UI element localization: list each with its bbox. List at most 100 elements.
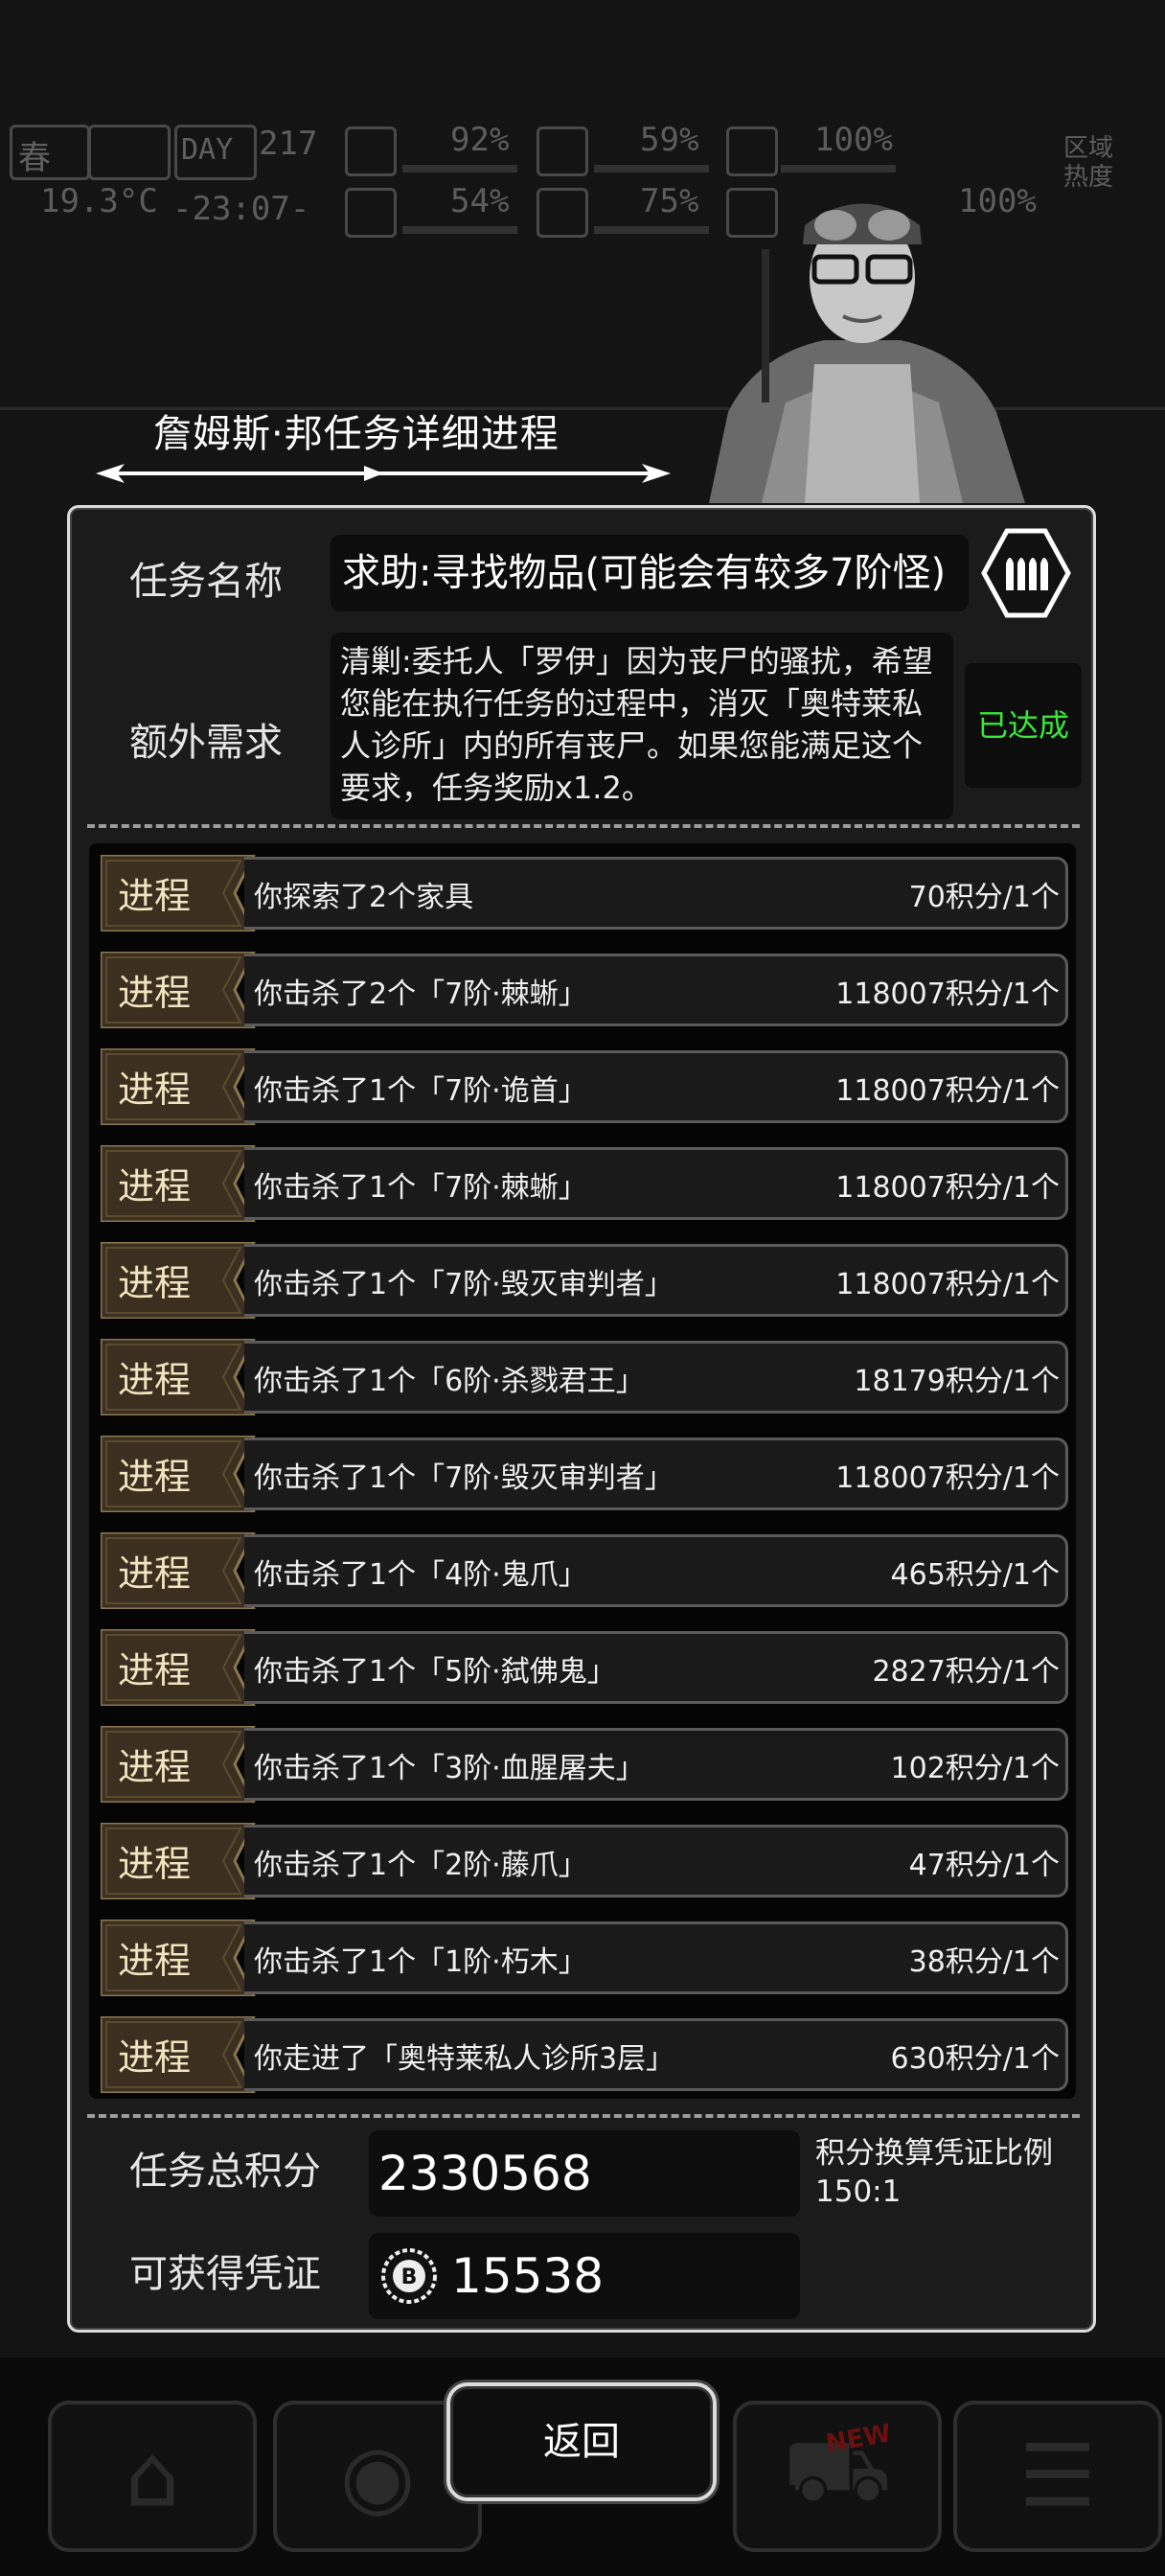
stat-bar	[402, 165, 517, 172]
progress-row: 进程 你击杀了1个「7阶·诡首」 118007积分/1个	[101, 1045, 1068, 1125]
stat-bar	[594, 165, 709, 172]
character-portrait	[709, 203, 1025, 503]
ratio-label: 积分换算凭证比例	[815, 2136, 1053, 2171]
progress-description: 你走进了「奥特莱私人诊所3层」	[254, 2042, 675, 2076]
progress-tag: 进程	[101, 1242, 263, 1319]
extra-requirement-label: 额外需求	[129, 721, 283, 765]
progress-row: 进程 你击杀了1个「7阶·毁灭审判者」 118007积分/1个	[101, 1238, 1068, 1319]
extra-requirement-text: 清剿:委托人「罗伊」因为丧尸的骚扰，希望您能在执行任务的过程中，消灭「奥特莱私人…	[331, 632, 953, 819]
ratio-info: 积分换算凭证比例 150:1	[815, 2134, 1053, 2211]
progress-row: 进程 你击杀了1个「4阶·鬼爪」 465积分/1个	[101, 1529, 1068, 1609]
progress-body: 你击杀了2个「7阶·棘蜥」 118007积分/1个	[244, 954, 1068, 1026]
stat-mind: 54%	[450, 182, 510, 220]
progress-score: 118007积分/1个	[835, 978, 1060, 1011]
progress-score: 38积分/1个	[908, 1945, 1060, 1979]
progress-row: 进程 你击杀了1个「2阶·藤爪」 47积分/1个	[101, 1819, 1068, 1899]
day-box: DAY	[174, 125, 257, 180]
voucher-label: 可获得凭证	[129, 2252, 321, 2296]
progress-body: 你探索了2个家具 70积分/1个	[244, 857, 1068, 930]
ammo-icon	[981, 528, 1071, 618]
clock-text: -23:07-	[172, 190, 310, 228]
stat-immunity: 100%	[814, 121, 893, 159]
progress-tag-label: 进程	[118, 1456, 192, 1498]
region-heat-label: 区域热度	[1063, 134, 1114, 192]
progress-score: 47积分/1个	[908, 1849, 1060, 1882]
progress-list[interactable]: 进程 你探索了2个家具 70积分/1个 进程 你击杀了2个「7阶·棘蜥」 118007积分…	[89, 843, 1076, 2099]
progress-tag: 进程	[101, 2016, 263, 2093]
progress-tag-label: 进程	[118, 1359, 192, 1401]
progress-score: 70积分/1个	[908, 881, 1060, 914]
progress-tag: 进程	[101, 1048, 263, 1125]
progress-tag: 进程	[101, 1726, 263, 1803]
progress-body: 你击杀了1个「6阶·杀戮君王」 18179积分/1个	[244, 1341, 1068, 1414]
backpack-button[interactable]: ⌂	[48, 2401, 257, 2552]
progress-description: 你击杀了1个「6阶·杀戮君王」	[254, 1365, 645, 1398]
progress-score: 118007积分/1个	[835, 1171, 1060, 1205]
divider	[87, 2114, 1080, 2118]
progress-body: 你击杀了1个「7阶·毁灭审判者」 118007积分/1个	[244, 1244, 1068, 1317]
progress-body: 你击杀了1个「2阶·藤爪」 47积分/1个	[244, 1825, 1068, 1898]
stat-bar	[781, 165, 896, 172]
progress-tag-label: 进程	[118, 1940, 192, 1982]
progress-tag-label: 进程	[118, 1552, 192, 1595]
progress-tag-label: 进程	[118, 875, 192, 917]
progress-body: 你击杀了1个「1阶·朽木」 38积分/1个	[244, 1921, 1068, 1994]
progress-description: 你击杀了1个「5阶·弑佛鬼」	[254, 1655, 616, 1689]
progress-row: 进程 你击杀了2个「7阶·棘蜥」 118007积分/1个	[101, 948, 1068, 1028]
progress-score: 630积分/1个	[890, 2042, 1060, 2076]
progress-body: 你击杀了1个「4阶·鬼爪」 465积分/1个	[244, 1534, 1068, 1607]
progress-description: 你击杀了1个「3阶·血腥屠夫」	[254, 1752, 645, 1785]
medkit-icon	[345, 126, 397, 176]
progress-row: 进程 你击杀了1个「5阶·弑佛鬼」 2827积分/1个	[101, 1625, 1068, 1706]
menu-icon: ☰	[1018, 2426, 1097, 2527]
progress-row: 进程 你击杀了1个「7阶·棘蜥」 118007积分/1个	[101, 1141, 1068, 1222]
dialog-header: 詹姆斯·邦任务详细进程	[96, 402, 671, 489]
stomach-icon	[537, 126, 588, 176]
progress-score: 465积分/1个	[890, 1558, 1060, 1592]
progress-tag-label: 进程	[118, 972, 192, 1014]
progress-body: 你击杀了1个「7阶·棘蜥」 118007积分/1个	[244, 1147, 1068, 1220]
pill-icon	[726, 126, 778, 176]
mission-name-field: 求助:寻找物品(可能会有较多7阶怪)	[331, 535, 969, 611]
temperature-text: 19.3°C	[40, 182, 158, 220]
progress-tag: 进程	[101, 1339, 263, 1415]
brain-stat-icon	[345, 188, 397, 238]
progress-tag-label: 进程	[118, 1843, 192, 1885]
water-icon	[537, 188, 588, 238]
progress-description: 你击杀了1个「7阶·毁灭审判者」	[254, 1268, 674, 1301]
progress-description: 你击杀了2个「7阶·棘蜥」	[254, 978, 587, 1011]
progress-tag: 进程	[101, 1920, 263, 1996]
progress-tag: 进程	[101, 1532, 263, 1609]
dialog-title: 詹姆斯·邦任务详细进程	[153, 412, 560, 456]
progress-tag-label: 进程	[118, 1649, 192, 1691]
progress-score: 102积分/1个	[890, 1752, 1060, 1785]
progress-row: 进程 你击杀了1个「3阶·血腥屠夫」 102积分/1个	[101, 1722, 1068, 1803]
progress-tag-label: 进程	[118, 1262, 192, 1304]
progress-body: 你击杀了1个「3阶·血腥屠夫」 102积分/1个	[244, 1728, 1068, 1801]
progress-row: 进程 你探索了2个家具 70积分/1个	[101, 851, 1068, 932]
progress-tag-label: 进程	[118, 1165, 192, 1208]
progress-description: 你击杀了1个「1阶·朽木」	[254, 1945, 587, 1979]
progress-row: 进程 你击杀了1个「1阶·朽木」 38积分/1个	[101, 1916, 1068, 1996]
progress-description: 你击杀了1个「7阶·棘蜥」	[254, 1171, 587, 1205]
progress-description: 你击杀了1个「7阶·毁灭审判者」	[254, 1461, 674, 1495]
progress-tag: 进程	[101, 952, 263, 1028]
divider	[87, 824, 1080, 828]
stat-hunger: 59%	[640, 121, 699, 159]
total-score-label: 任务总积分	[129, 2150, 321, 2194]
progress-tag-label: 进程	[118, 1069, 192, 1111]
progress-tag-label: 进程	[118, 2036, 192, 2079]
shop-button[interactable]: ⛟	[733, 2401, 942, 2552]
progress-score: 118007积分/1个	[835, 1461, 1060, 1495]
progress-description: 你击杀了1个「7阶·诡首」	[254, 1074, 587, 1108]
title-ornament	[96, 464, 671, 483]
coin-icon: B	[381, 2248, 437, 2304]
menu-button[interactable]: ☰	[953, 2401, 1162, 2552]
mission-name-label: 任务名称	[129, 560, 283, 604]
progress-body: 你击杀了1个「7阶·毁灭审判者」 118007积分/1个	[244, 1438, 1068, 1510]
progress-body: 你击杀了1个「5阶·弑佛鬼」 2827积分/1个	[244, 1631, 1068, 1704]
back-button[interactable]: 返回	[446, 2382, 717, 2501]
brain-icon: ◉	[339, 2426, 416, 2527]
progress-row: 进程 你击杀了1个「7阶·毁灭审判者」 118007积分/1个	[101, 1432, 1068, 1512]
progress-description: 你探索了2个家具	[254, 881, 474, 914]
